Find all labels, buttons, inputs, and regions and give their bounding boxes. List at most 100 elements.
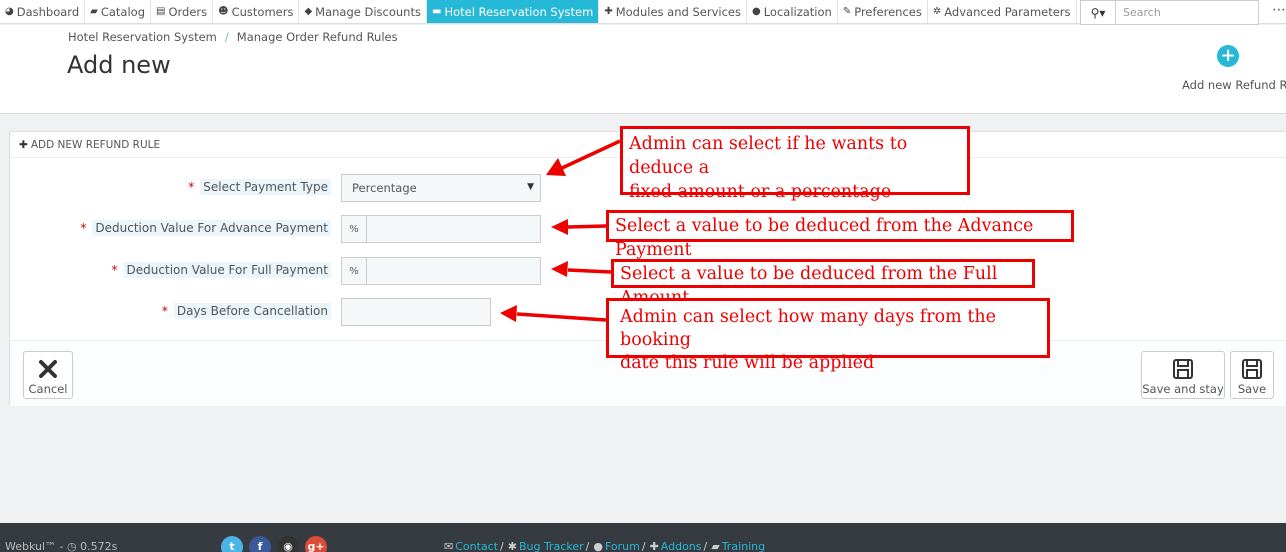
nav-item-label: Dashboard — [16, 4, 80, 19]
annotation-text: fixed amount or a percentage — [629, 182, 892, 202]
more-menu-icon[interactable]: ⋯ — [1272, 2, 1286, 18]
save-and-stay-button[interactable]: Save and stay — [1141, 351, 1225, 399]
nav-item-label: Hotel Reservation System — [444, 4, 594, 19]
nav-item-advanced-parameters[interactable]: ✲ Advanced Parameters — [928, 0, 1077, 23]
nav-item-orders[interactable]: ▤ Orders — [151, 0, 214, 23]
days-before-row: * Days Before Cancellation — [10, 298, 331, 326]
breadcrumb-separator: / — [224, 30, 229, 44]
nav-item-manage-discounts[interactable]: ◆ Manage Discounts — [299, 0, 427, 23]
card-icon: ▤ — [156, 6, 166, 17]
footer-separator: / — [585, 540, 590, 552]
clock-icon: ◷ — [67, 540, 77, 552]
panel-heading-text: ADD NEW REFUND RULE — [30, 138, 161, 151]
payment-type-value: Percentage — [352, 181, 417, 195]
required-mark: * — [161, 304, 168, 318]
footer-separator: / — [703, 540, 708, 552]
footer-separator: / — [500, 540, 504, 552]
google-plus-icon[interactable]: g+ — [305, 536, 327, 552]
footer-brand: Webkul™ - — [5, 540, 64, 552]
annotation-text: Select a value to be deduced from the Ad… — [615, 216, 1034, 260]
nav-item-dashboard[interactable]: ◕ Dashboard — [0, 0, 86, 23]
annotation-text: Admin can select if he wants to deduce a — [629, 134, 908, 178]
puzzle-icon: ✚ — [604, 6, 613, 17]
breadcrumb-parent[interactable]: Hotel Reservation System — [68, 30, 217, 44]
nav-item-label: Catalog — [100, 4, 146, 19]
payment-type-label-text: Select Payment Type — [200, 179, 331, 195]
bed-icon: ▬ — [431, 6, 442, 17]
save-label: Save — [1237, 382, 1267, 396]
add-refund-rule-label: Add new Refund Rule — [1182, 78, 1286, 92]
save-button[interactable]: Save — [1230, 351, 1274, 399]
annotation-advance-payment: Select a value to be deduced from the Ad… — [606, 210, 1074, 260]
annotation-text: date this rule will be applied — [620, 353, 875, 373]
bug-icon: ✱ — [507, 540, 517, 552]
footer-separator: / — [641, 540, 646, 552]
required-mark: * — [80, 221, 87, 235]
advance-deduction-label-text: Deduction Value For Advance Payment — [92, 220, 331, 236]
nav-item-label: Localization — [763, 4, 832, 19]
nav-item-localization[interactable]: ● Localization — [747, 0, 838, 23]
footer-link-training[interactable]: Training — [722, 540, 765, 552]
payment-type-label: * Select Payment Type — [188, 179, 331, 195]
plus-circle-icon: + — [1217, 45, 1239, 67]
full-deduction-input-group: % — [341, 257, 541, 285]
days-before-input[interactable] — [341, 298, 491, 326]
footer-load-time: 0.572s — [80, 540, 118, 552]
twitter-icon[interactable]: t — [221, 536, 243, 552]
search-bar: ⚲▾ — [1080, 0, 1259, 25]
advance-deduction-input[interactable] — [367, 216, 540, 242]
save-icon — [1142, 358, 1224, 380]
nav-item-label: Preferences — [854, 4, 922, 19]
cancel-button[interactable]: Cancel — [23, 351, 73, 399]
book-icon: ▰ — [90, 6, 98, 17]
nav-item-label: Orders — [168, 4, 208, 19]
close-icon — [24, 358, 72, 380]
puzzle-icon: ✚ — [649, 540, 659, 552]
advance-deduction-row: * Deduction Value For Advance Payment — [10, 215, 331, 243]
annotation-days-before: Admin can select how many days from the … — [606, 298, 1050, 373]
advance-deduction-label: * Deduction Value For Advance Payment — [80, 220, 331, 236]
tag-icon: ◆ — [304, 6, 313, 17]
nav-item-modules-and-services[interactable]: ✚ Modules and Services — [599, 0, 747, 23]
dashboard-icon: ◕ — [5, 6, 14, 17]
page-header: Hotel Reservation System / Manage Order Re… — [0, 25, 1286, 114]
caret-down-icon: ▼ — [527, 182, 534, 192]
required-mark: * — [111, 263, 118, 277]
nav-item-label: Customers — [231, 4, 294, 19]
breadcrumb: Hotel Reservation System / Manage Order Re… — [68, 30, 398, 44]
days-before-label-text: Days Before Cancellation — [173, 303, 331, 319]
page-title: Add new — [67, 51, 171, 79]
github-icon[interactable]: ◉ — [277, 536, 299, 552]
envelope-icon: ✉ — [444, 540, 454, 552]
save-and-stay-label: Save and stay — [1142, 382, 1224, 396]
full-deduction-row: * Deduction Value For Full Payment — [10, 257, 331, 285]
full-deduction-input[interactable] — [367, 258, 540, 284]
payment-type-row: * Select Payment Type — [10, 174, 331, 202]
footer-link-forum[interactable]: Forum — [605, 540, 640, 552]
days-before-label: * Days Before Cancellation — [161, 303, 331, 319]
page-footer: Webkul™ - ◷ 0.572s t f ◉ g+ ✉ Contact / ✱ Bu… — [0, 523, 1286, 552]
footer-version: Webkul™ - ◷ 0.572s — [5, 540, 117, 552]
footer-link-contact[interactable]: Contact — [455, 540, 498, 552]
search-type-button[interactable]: ⚲▾ — [1080, 0, 1116, 25]
annotation-text: Admin can select how many days from the … — [620, 307, 996, 350]
facebook-icon[interactable]: f — [249, 536, 271, 552]
plus-icon: ✚ — [19, 138, 28, 151]
nav-item-hotel-reservation-system[interactable]: ▬ Hotel Reservation System — [426, 0, 600, 23]
nav-item-catalog[interactable]: ▰ Catalog — [85, 0, 152, 23]
nav-item-customers[interactable]: ☻ Customers — [213, 0, 300, 23]
payment-type-select[interactable]: Percentage ▼ — [341, 174, 541, 202]
percent-addon: % — [342, 258, 367, 284]
footer-link-addons[interactable]: Addons — [661, 540, 702, 552]
nav-item-preferences[interactable]: ✎ Preferences — [838, 0, 928, 23]
search-input[interactable] — [1116, 0, 1259, 25]
users-icon: ☻ — [218, 6, 229, 17]
full-deduction-label: * Deduction Value For Full Payment — [111, 262, 331, 278]
search-icon: ⚲▾ — [1090, 5, 1106, 20]
breadcrumb-current: Manage Order Refund Rules — [236, 30, 398, 44]
globe-icon: ● — [751, 6, 761, 17]
full-deduction-label-text: Deduction Value For Full Payment — [123, 262, 331, 278]
annotation-full-amount: Select a value to be deduced from the Fu… — [611, 259, 1035, 308]
cancel-label: Cancel — [28, 382, 68, 396]
footer-link-bug-tracker[interactable]: Bug Tracker — [519, 540, 584, 552]
